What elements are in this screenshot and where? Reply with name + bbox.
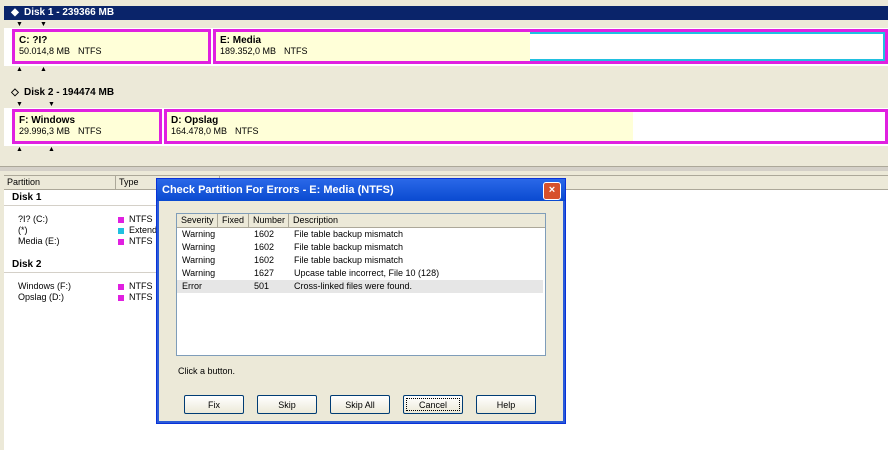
- disk1-title: Disk 1 - 239366 MB: [24, 7, 115, 18]
- list-item-type: NTFS: [129, 214, 153, 224]
- partition-f[interactable]: F: Windows 29.996,3 MB NTFS: [12, 109, 162, 144]
- dialog-titlebar[interactable]: Check Partition For Errors - E: Media (N…: [157, 179, 565, 201]
- chevron-down-icon: ▼: [40, 21, 47, 28]
- cell-description: File table backup mismatch: [294, 229, 404, 239]
- cell-severity: Error: [182, 281, 202, 291]
- cell-number: 1627: [254, 268, 275, 278]
- ntfs-swatch: [118, 238, 124, 245]
- splitter[interactable]: [0, 166, 888, 171]
- ntfs-swatch: [118, 216, 124, 223]
- extended-swatch: [118, 227, 124, 234]
- chevron-down-icon: ▼: [16, 21, 23, 28]
- skip-all-button[interactable]: Skip All: [330, 395, 390, 414]
- list-item[interactable]: (*): [18, 225, 28, 235]
- chevron-up-icon: ▲: [16, 146, 23, 153]
- group-disk1: Disk 1: [12, 192, 42, 203]
- table-row[interactable]: Warning 1627 Upcase table incorrect, Fil…: [177, 267, 543, 280]
- chevron-up-icon: ▲: [16, 66, 23, 73]
- list-item-type: NTFS: [129, 236, 153, 246]
- cell-number: 1602: [254, 242, 275, 252]
- cell-severity: Warning: [182, 229, 216, 239]
- list-item[interactable]: Media (E:): [18, 236, 60, 246]
- partition-name: E: Media: [220, 35, 262, 46]
- cell-description: File table backup mismatch: [294, 242, 404, 252]
- chevron-up-icon: ▲: [40, 66, 47, 73]
- table-row[interactable]: Warning 1602 File table backup mismatch: [177, 254, 543, 267]
- errors-table-header: Severity Fixed Number Description: [177, 214, 545, 228]
- disk-icon: ◇: [11, 87, 19, 98]
- chevron-down-icon: ▼: [16, 101, 23, 108]
- chevron-down-icon: ▼: [48, 101, 55, 108]
- list-item[interactable]: ?I? (C:): [18, 214, 48, 224]
- list-item[interactable]: Windows (F:): [18, 281, 71, 291]
- table-row[interactable]: Warning 1602 File table backup mismatch: [177, 228, 543, 241]
- partition-name: C: ?I?: [19, 35, 48, 46]
- cancel-button[interactable]: Cancel: [403, 395, 463, 414]
- cell-severity: Warning: [182, 268, 216, 278]
- cell-description: Cross-linked files were found.: [294, 281, 413, 291]
- cell-severity: Warning: [182, 255, 216, 265]
- check-partition-dialog: Check Partition For Errors - E: Media (N…: [156, 178, 566, 424]
- list-item-type: NTFS: [129, 292, 153, 302]
- dialog-message: Click a button.: [178, 366, 236, 376]
- partition-size: 29.996,3 MB: [19, 126, 71, 136]
- column-description[interactable]: Description: [289, 214, 545, 227]
- disk1-header[interactable]: ◆ Disk 1 - 239366 MB: [4, 6, 888, 20]
- partition-size: 189.352,0 MB: [220, 46, 277, 56]
- group-disk2: Disk 2: [12, 259, 42, 270]
- list-item[interactable]: Opslag (D:): [18, 292, 64, 302]
- partition-fs: NTFS: [78, 46, 102, 56]
- partition-c[interactable]: C: ?I? 50.014,8 MB NTFS: [12, 29, 211, 64]
- help-button[interactable]: Help: [476, 395, 536, 414]
- partition-name: D: Opslag: [171, 115, 219, 126]
- cell-description: Upcase table incorrect, File 10 (128): [294, 268, 440, 278]
- column-partition[interactable]: Partition: [4, 176, 116, 189]
- partition-size: 50.014,8 MB: [19, 46, 71, 56]
- table-row[interactable]: Error 501 Cross-linked files were found.: [177, 280, 543, 293]
- cell-number: 1602: [254, 229, 275, 239]
- partition-e[interactable]: E: Media 189.352,0 MB NTFS: [213, 29, 888, 64]
- partition-fs: NTFS: [235, 126, 259, 136]
- column-severity[interactable]: Severity: [177, 214, 218, 227]
- fix-button[interactable]: Fix: [184, 395, 244, 414]
- partition-d[interactable]: D: Opslag 164.478,0 MB NTFS: [164, 109, 888, 144]
- dialog-title: Check Partition For Errors - E: Media (N…: [162, 184, 394, 196]
- partition-name: F: Windows: [19, 115, 76, 126]
- partition-fs: NTFS: [284, 46, 308, 56]
- skip-button[interactable]: Skip: [257, 395, 317, 414]
- errors-table: Severity Fixed Number Description Warnin…: [176, 213, 546, 356]
- disk1-map: C: ?I? 50.014,8 MB NTFS E: Media 189.352,…: [4, 28, 888, 66]
- disk-icon: ◆: [11, 7, 19, 18]
- disk2-header[interactable]: ◇ Disk 2 - 194474 MB: [4, 86, 888, 100]
- partition-size: 164.478,0 MB: [171, 126, 228, 136]
- ntfs-swatch: [118, 283, 124, 290]
- chevron-up-icon: ▲: [48, 146, 55, 153]
- column-fixed[interactable]: Fixed: [218, 214, 249, 227]
- cell-number: 501: [254, 281, 270, 291]
- list-item-type: NTFS: [129, 281, 153, 291]
- close-icon[interactable]: ×: [543, 182, 561, 200]
- disk2-title: Disk 2 - 194474 MB: [24, 87, 115, 98]
- ntfs-swatch: [118, 294, 124, 301]
- table-row[interactable]: Warning 1602 File table backup mismatch: [177, 241, 543, 254]
- column-number[interactable]: Number: [249, 214, 289, 227]
- partition-fs: NTFS: [78, 126, 102, 136]
- cell-number: 1602: [254, 255, 275, 265]
- disk2-map: F: Windows 29.996,3 MB NTFS D: Opslag 164…: [4, 108, 888, 146]
- cell-description: File table backup mismatch: [294, 255, 404, 265]
- cell-severity: Warning: [182, 242, 216, 252]
